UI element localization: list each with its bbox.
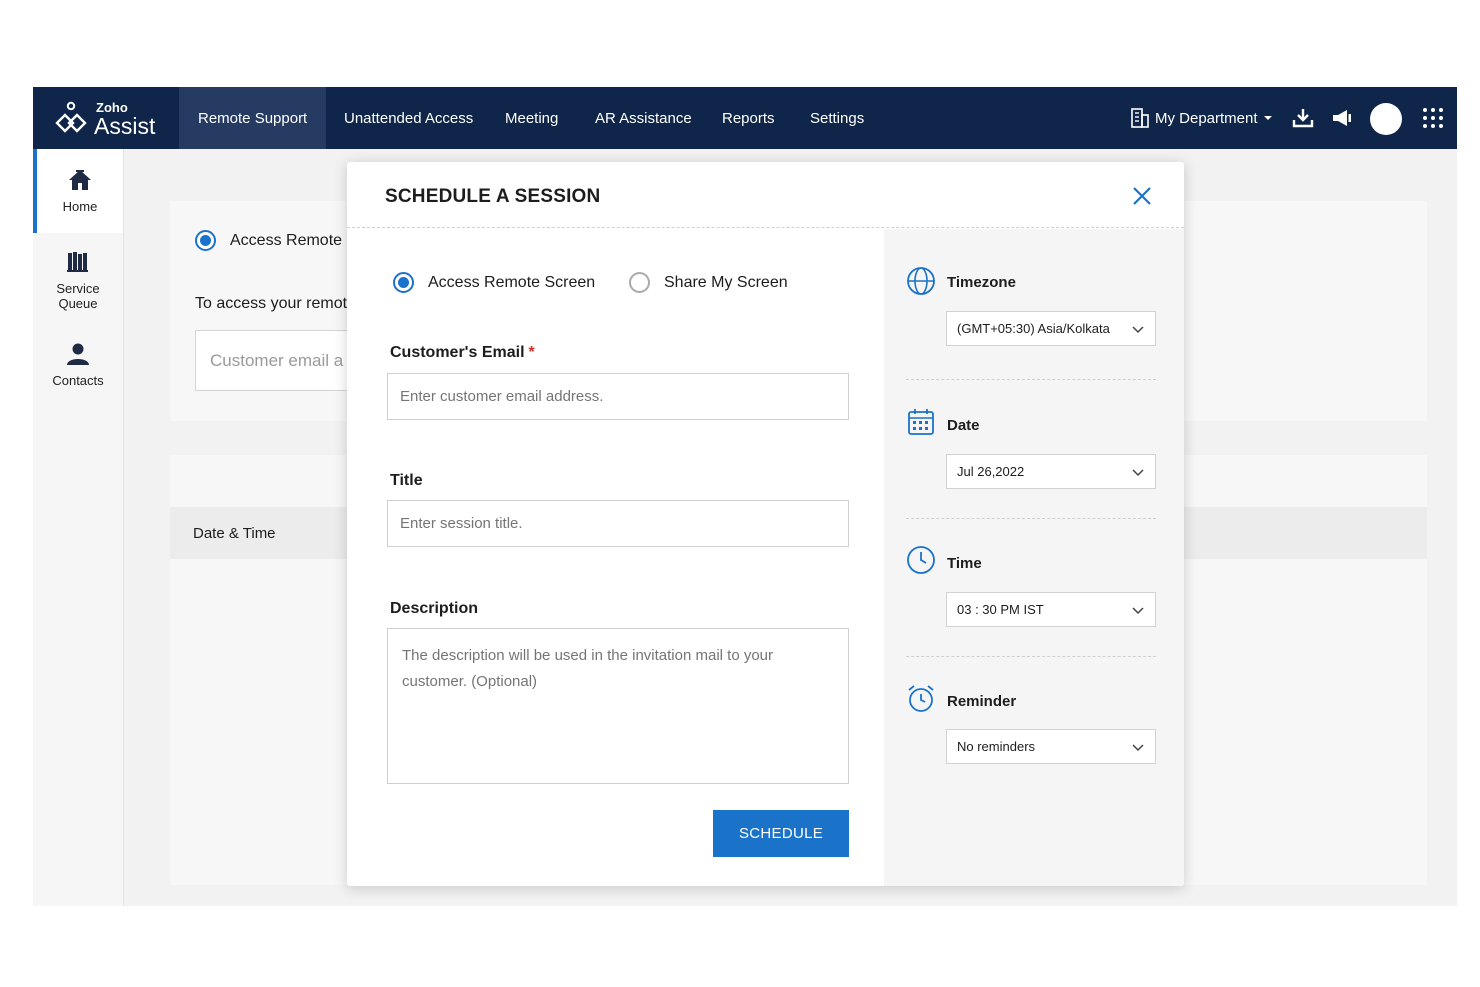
modal-title: SCHEDULE A SESSION <box>385 186 601 207</box>
radio-label: Access Remote Screen <box>428 273 596 291</box>
tab-ar-assistance[interactable]: AR Assistance <box>576 87 711 149</box>
divider <box>906 518 1156 519</box>
download-icon[interactable] <box>1291 106 1315 130</box>
top-navigation-bar: Zoho Assist Remote Support Unattended Ac… <box>33 87 1457 149</box>
tab-label: Reports <box>722 110 775 127</box>
reminder-select[interactable]: No reminders <box>946 729 1156 764</box>
required-asterisk: * <box>528 344 535 361</box>
user-avatar[interactable] <box>1370 103 1402 135</box>
session-title-input[interactable] <box>387 500 849 547</box>
logo-icon <box>55 101 87 133</box>
sidebar-item-label-line2: Queue <box>58 296 98 311</box>
radio-share-my-screen[interactable]: Share My Screen <box>629 272 788 293</box>
chevron-down-icon <box>1132 469 1144 477</box>
sidebar-item-home[interactable]: Home <box>33 149 123 233</box>
calendar-icon <box>908 409 934 435</box>
radio-access-remote-screen[interactable]: Access Remote Screen <box>393 272 595 293</box>
tab-label: Settings <box>810 110 865 127</box>
timezone-value: (GMT+05:30) Asia/Kolkata <box>957 321 1110 336</box>
reminder-label: Reminder <box>947 693 1017 710</box>
zoho-assist-logo[interactable]: Zoho Assist <box>53 97 163 139</box>
radio-label: Share My Screen <box>664 273 788 291</box>
tab-reports[interactable]: Reports <box>703 87 794 149</box>
globe-icon <box>907 267 935 295</box>
contacts-person-icon <box>67 343 89 365</box>
description-label: Description <box>390 600 479 617</box>
schedule-button[interactable]: SCHEDULE <box>713 810 849 857</box>
caret-down-icon <box>1263 116 1272 120</box>
tab-settings[interactable]: Settings <box>791 87 883 149</box>
modal-header: SCHEDULE A SESSION <box>347 162 1184 228</box>
left-sidebar: Home Service Queue Contacts <box>33 149 124 906</box>
department-selector[interactable]: My Department <box>1129 87 1274 149</box>
app-window: Zoho Assist Remote Support Unattended Ac… <box>33 87 1457 906</box>
reminder-value: No reminders <box>957 739 1036 754</box>
background-email-input[interactable]: Customer email a <box>195 330 355 391</box>
label-text: Customer's Email <box>390 344 525 361</box>
building-icon <box>1131 108 1149 128</box>
chevron-down-icon <box>1132 326 1144 334</box>
background-access-text: To access your remote <box>195 295 356 312</box>
schedule-session-modal: SCHEDULE A SESSION Access Remote Screen … <box>347 162 1184 886</box>
announcement-megaphone-icon[interactable] <box>1330 106 1354 130</box>
clock-icon <box>907 546 935 574</box>
date-label: Date <box>947 417 980 434</box>
date-value: Jul 26,2022 <box>957 464 1025 479</box>
tab-label: Meeting <box>505 110 559 127</box>
table-header-date-time: Date & Time <box>193 525 276 542</box>
sidebar-item-contacts[interactable]: Contacts <box>33 341 123 401</box>
customer-email-label: Customer's Email * <box>390 344 535 362</box>
tab-meeting[interactable]: Meeting <box>486 87 577 149</box>
sidebar-item-label: Home <box>62 199 98 214</box>
home-icon <box>69 170 91 190</box>
date-select[interactable]: Jul 26,2022 <box>946 454 1156 489</box>
divider <box>906 656 1156 657</box>
alarm-clock-icon <box>908 685 934 712</box>
background-radio-label: Access Remote <box>230 231 343 249</box>
department-label: My Department <box>1155 109 1258 127</box>
close-icon[interactable] <box>1131 185 1153 207</box>
time-value: 03 : 30 PM IST <box>957 602 1044 617</box>
customer-email-input[interactable] <box>387 373 849 420</box>
tab-label: Remote Support <box>198 110 308 127</box>
chevron-down-icon <box>1132 607 1144 615</box>
schedule-settings-panel: Timezone (GMT+05:30) Asia/Kolkata Date J… <box>884 229 1184 886</box>
service-queue-books-icon <box>67 252 88 272</box>
timezone-select[interactable]: (GMT+05:30) Asia/Kolkata <box>946 311 1156 346</box>
sidebar-item-label: Contacts <box>52 373 104 388</box>
time-label: Time <box>947 555 982 572</box>
chevron-down-icon <box>1132 744 1144 752</box>
time-select[interactable]: 03 : 30 PM IST <box>946 592 1156 627</box>
app-grid-icon[interactable] <box>1421 106 1445 130</box>
timezone-label: Timezone <box>947 274 1016 291</box>
sidebar-item-service-queue[interactable]: Service Queue <box>33 249 123 323</box>
tab-label: Unattended Access <box>344 110 474 127</box>
title-label: Title <box>390 472 423 489</box>
tab-unattended-access[interactable]: Unattended Access <box>325 87 492 149</box>
tab-remote-support[interactable]: Remote Support <box>179 87 327 149</box>
sidebar-item-label-line1: Service <box>56 281 100 296</box>
description-textarea[interactable] <box>387 628 849 784</box>
divider <box>906 379 1156 380</box>
radio-dot <box>393 272 414 293</box>
radio-dot <box>629 272 650 293</box>
logo-text-assist: Assist <box>94 113 156 139</box>
radio-dot <box>195 230 216 251</box>
background-radio-access-remote[interactable]: Access Remote <box>195 230 342 251</box>
tab-label: AR Assistance <box>595 110 692 127</box>
